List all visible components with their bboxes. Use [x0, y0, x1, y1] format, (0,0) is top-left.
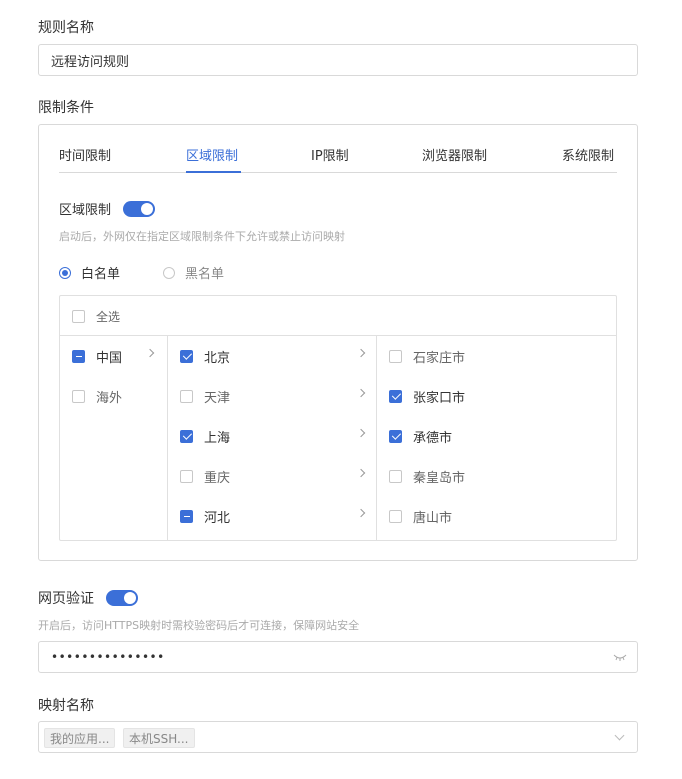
cascader-item-shijiazhuang[interactable]: 石家庄市 [377, 336, 616, 376]
cascader-item-zhangjiakou[interactable]: 张家口市 [377, 376, 616, 416]
cascader-item-chongqing[interactable]: 重庆 [168, 456, 376, 496]
cascader-item-label: 唐山市 [413, 510, 453, 526]
chevron-right-icon [356, 388, 366, 398]
shanghai-checkbox[interactable] [180, 429, 193, 443]
hebei-checkbox[interactable] [180, 509, 193, 523]
cascader-item-overseas[interactable]: 海外 [60, 376, 167, 416]
active-tab-indicator [186, 171, 241, 173]
chevron-down-icon[interactable] [614, 730, 625, 741]
china-checkbox[interactable] [72, 349, 85, 363]
beijing-checkbox[interactable] [180, 349, 193, 363]
restriction-tabs: 时间限制 区域限制 IP限制 浏览器限制 系统限制 [59, 125, 617, 173]
cascader-item-label: 中国 [96, 350, 123, 366]
region-switch-label: 区域限制 [59, 203, 112, 218]
select-all-row[interactable]: 全选 [60, 296, 616, 336]
shijiazhuang-checkbox[interactable] [389, 349, 402, 363]
cascader-column-country: 中国 海外 [60, 336, 168, 540]
mapping-name-label: 映射名称 [38, 698, 94, 714]
blacklist-label: 黑名单 [185, 267, 225, 282]
cascader-item-label: 海外 [96, 390, 123, 406]
chevron-right-icon [145, 348, 155, 358]
tab-browser[interactable]: 浏览器限制 [422, 145, 487, 164]
web-auth-switch[interactable] [106, 590, 138, 606]
mapping-tag[interactable]: 我的应用... [44, 728, 116, 748]
cascader-item-label: 北京 [204, 350, 231, 366]
select-all-label: 全选 [96, 309, 121, 324]
cascader-item-label: 上海 [204, 430, 231, 446]
tab-ip[interactable]: IP限制 [311, 145, 349, 164]
cascader-column-province: 北京 天津 上海 重庆 河北 [168, 336, 377, 540]
cascader-item-tangshan[interactable]: 唐山市 [377, 496, 616, 536]
whitelist-radio[interactable]: 白名单 [59, 263, 120, 282]
tab-region[interactable]: 区域限制 [186, 145, 238, 164]
cascader-item-qinhuangdao[interactable]: 秦皇岛市 [377, 456, 616, 496]
whitelist-radio-dot [59, 266, 71, 279]
password-value: ••••••••••••••• [51, 650, 165, 664]
rule-name-label: 规则名称 [38, 20, 94, 36]
tab-system[interactable]: 系统限制 [562, 145, 614, 164]
cascader-column-city: 石家庄市 张家口市 承德市 秦皇岛市 唐山市 [377, 336, 616, 540]
zhangjiakou-checkbox[interactable] [389, 389, 402, 403]
restrictions-label: 限制条件 [38, 100, 94, 116]
chevron-right-icon [356, 468, 366, 478]
region-hint: 启动后，外网仅在指定区域限制条件下允许或禁止访问映射 [59, 230, 345, 243]
blacklist-radio[interactable]: 黑名单 [163, 263, 224, 282]
mapping-name-select[interactable]: 我的应用... 本机SSH... [38, 721, 638, 753]
cascader-item-label: 张家口市 [413, 390, 466, 406]
cascader-item-label: 秦皇岛市 [413, 470, 466, 486]
tianjin-checkbox[interactable] [180, 389, 193, 403]
cascader-item-beijing[interactable]: 北京 [168, 336, 376, 376]
cascader-item-label: 石家庄市 [413, 350, 466, 366]
tangshan-checkbox[interactable] [389, 509, 402, 523]
web-auth-row: 网页验证 [38, 588, 138, 608]
password-input[interactable]: ••••••••••••••• [38, 641, 638, 673]
whitelist-label: 白名单 [81, 267, 121, 282]
web-auth-hint: 开启后，访问HTTPS映射时需校验密码后才可连接，保障网站安全 [38, 619, 360, 632]
chevron-right-icon [356, 508, 366, 518]
cascader-item-label: 重庆 [204, 470, 231, 486]
rule-name-value: 远程访问规则 [51, 54, 130, 70]
cascader-item-china[interactable]: 中国 [60, 336, 167, 376]
restrictions-panel: 时间限制 区域限制 IP限制 浏览器限制 系统限制 区域限制 启动后，外网仅在指… [38, 124, 638, 561]
cascader-item-tianjin[interactable]: 天津 [168, 376, 376, 416]
blacklist-radio-dot [163, 266, 175, 279]
chengde-checkbox[interactable] [389, 429, 402, 443]
cascader-item-shanghai[interactable]: 上海 [168, 416, 376, 456]
web-auth-label: 网页验证 [38, 591, 94, 607]
tab-time[interactable]: 时间限制 [59, 145, 111, 164]
mapping-tag[interactable]: 本机SSH... [123, 728, 195, 748]
region-switch[interactable] [123, 200, 156, 217]
cascader-item-label: 天津 [204, 390, 231, 406]
region-switch-row: 区域限制 [59, 199, 156, 218]
cascader-item-label: 承德市 [413, 430, 453, 446]
cascader-item-label: 河北 [204, 510, 231, 526]
chevron-right-icon [356, 428, 366, 438]
chevron-right-icon [356, 348, 366, 358]
eye-closed-icon[interactable] [613, 651, 627, 666]
cascader-item-hebei[interactable]: 河北 [168, 496, 376, 536]
chongqing-checkbox[interactable] [180, 469, 193, 483]
overseas-checkbox[interactable] [72, 389, 85, 403]
qinhuangdao-checkbox[interactable] [389, 469, 402, 483]
select-all-checkbox[interactable] [72, 309, 85, 323]
region-cascader: 全选 中国 海外 北京 天津 上海 重庆 河北 石家庄市 张家口市 承德市 秦皇… [59, 295, 617, 541]
rule-name-input[interactable]: 远程访问规则 [38, 44, 638, 76]
cascader-item-chengde[interactable]: 承德市 [377, 416, 616, 456]
